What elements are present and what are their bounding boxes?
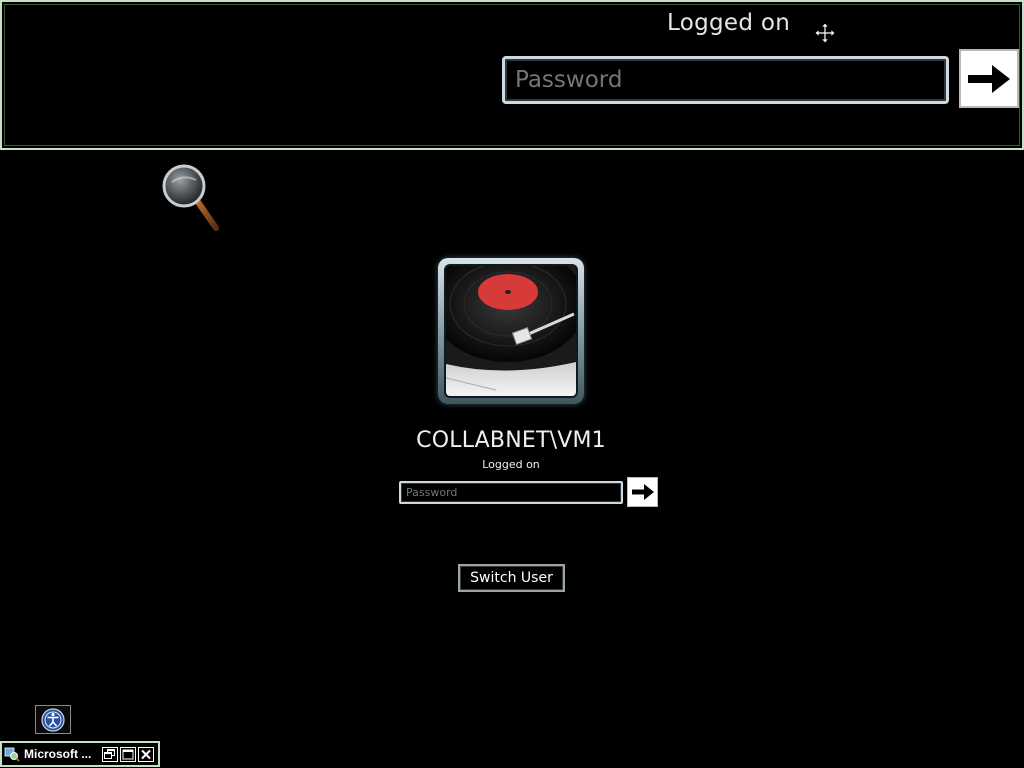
magnifier-lens-icon[interactable] <box>160 162 224 234</box>
magnifier-window: Logged on <box>0 0 1024 150</box>
user-status-text: Logged on <box>482 458 540 471</box>
close-button[interactable] <box>138 746 154 762</box>
magnifier-app-icon <box>4 747 20 762</box>
user-tile[interactable] <box>438 258 584 404</box>
maximize-button[interactable] <box>120 746 136 762</box>
maximize-icon <box>122 749 134 759</box>
switch-user-button[interactable]: Switch User <box>458 564 565 592</box>
logon-screen: Logged on COLLABNET\VM1 Logged on Switch… <box>0 0 1024 768</box>
arrow-right-icon <box>631 484 654 500</box>
restore-button[interactable] <box>102 746 118 762</box>
close-icon <box>141 749 151 759</box>
restore-icon <box>104 748 115 759</box>
ease-of-access-button[interactable] <box>35 705 71 734</box>
minimized-window[interactable]: Microsoft ... <box>0 741 160 767</box>
ease-of-access-icon <box>41 707 65 732</box>
magnified-submit-button[interactable] <box>959 49 1019 108</box>
password-field[interactable] <box>399 481 623 504</box>
user-name: COLLABNET\VM1 <box>416 428 606 453</box>
magnified-status-text: Logged on <box>667 10 791 36</box>
arrow-right-icon <box>968 64 1010 93</box>
submit-password-button[interactable] <box>627 477 658 507</box>
minimized-window-title: Microsoft ... <box>24 747 92 761</box>
turntable-record-picture <box>444 264 578 398</box>
move-cursor-icon <box>814 22 836 44</box>
magnified-password-field[interactable] <box>502 56 949 104</box>
